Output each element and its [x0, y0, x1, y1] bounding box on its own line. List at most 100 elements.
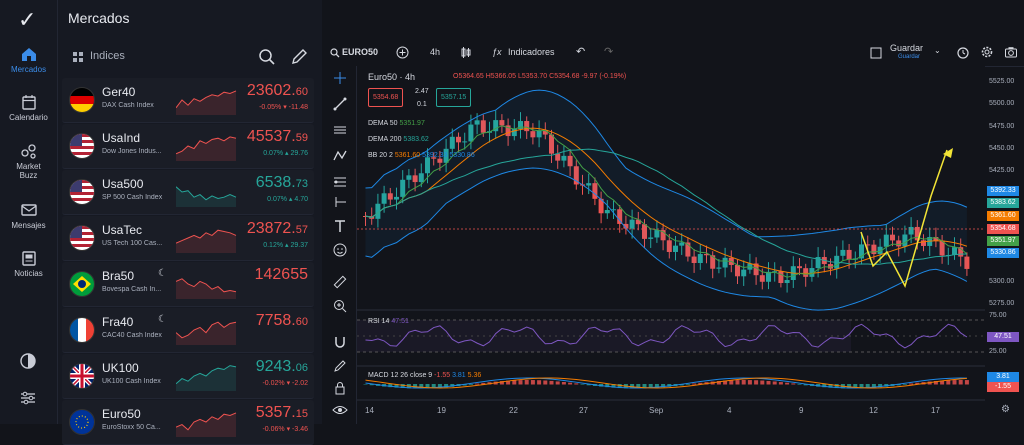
- chevron-down-icon[interactable]: ⌄: [934, 46, 941, 55]
- redo-icon[interactable]: ↷: [604, 45, 613, 58]
- macd-bar: [729, 380, 734, 385]
- macd-bar: [741, 380, 746, 385]
- fx-icon: ƒx: [492, 47, 502, 57]
- eye-icon[interactable]: [332, 402, 348, 418]
- candle-body: [604, 210, 610, 214]
- macd-tag: -1.55: [987, 382, 1019, 392]
- price-main: 9243.: [255, 358, 296, 375]
- timeframe-button[interactable]: 4h: [430, 47, 440, 57]
- price-decimals: 06: [295, 362, 308, 374]
- candle-type-icon[interactable]: [460, 46, 472, 59]
- nav-item-mensajes[interactable]: Mensajes: [0, 202, 57, 230]
- hline-icon[interactable]: [332, 122, 348, 138]
- search-icon[interactable]: [258, 48, 276, 66]
- chart-area[interactable]: Euro50 · 4h O5364.65 H5366.05 L5353.70 C…: [357, 66, 985, 424]
- price-change: 0.07% ▴ 4.70: [267, 196, 308, 203]
- instrument-name: UsaInd: [102, 131, 141, 145]
- bb-legend: BB 20 2 5361.60 5392.33 5330.86: [368, 152, 475, 159]
- indicators-button[interactable]: Indicadores: [508, 47, 555, 57]
- save-button[interactable]: Guardar: [890, 43, 923, 53]
- bid-box[interactable]: 5354.68: [368, 88, 404, 107]
- zoom-in-icon[interactable]: [332, 298, 348, 314]
- flag-uk-icon: [69, 363, 95, 389]
- instrument-desc: DAX Cash Index: [102, 102, 154, 109]
- nav-item-calendario[interactable]: Calendario: [0, 94, 57, 122]
- pencil-lock-icon[interactable]: [332, 358, 348, 374]
- market-row-fra40[interactable]: Fra40 ☾ CAC40 Cash Index 7758.60: [62, 308, 314, 353]
- macd-bar: [580, 384, 585, 385]
- market-row-uk100[interactable]: UK100 UK100 Cash Index 9243.06 -0.02% ▾ -2.…: [62, 354, 314, 399]
- measure-icon[interactable]: [332, 194, 348, 210]
- bb-value-3: 5330.86: [449, 152, 475, 159]
- macd-bar: [797, 384, 802, 385]
- theme-toggle-icon[interactable]: [19, 352, 37, 370]
- price-change: -0.02% ▾ -2.02: [262, 380, 308, 387]
- settings-sliders-icon[interactable]: [19, 389, 37, 407]
- crosshair-icon[interactable]: [332, 70, 348, 86]
- bb-value-1: 5361.60: [394, 152, 421, 159]
- nav-item-mercados[interactable]: Mercados: [0, 46, 57, 74]
- macd-bar: [778, 382, 783, 385]
- camera-icon[interactable]: [1004, 45, 1018, 59]
- trendline-icon[interactable]: [332, 96, 348, 112]
- price-decimals: 15: [295, 408, 308, 420]
- price-main: 142655: [254, 266, 308, 283]
- alert-clock-icon[interactable]: [956, 45, 970, 59]
- fib-icon[interactable]: [332, 174, 348, 190]
- time-tick: 27: [579, 406, 588, 415]
- edit-icon[interactable]: [290, 48, 308, 66]
- macd-bar: [946, 380, 951, 385]
- axis-settings-icon[interactable]: ⚙: [1001, 404, 1010, 415]
- market-row-usa500[interactable]: Usa500 SP 500 Cash Index 6538.73 0.07% ▴ 4.…: [62, 170, 314, 215]
- market-row-euro50[interactable]: Euro50 EuroStoxx 50 Ca... 5357.15 -0.06% ▾ …: [62, 400, 314, 445]
- time-tick: Sep: [649, 406, 664, 415]
- macd-bar: [363, 384, 368, 385]
- search-icon[interactable]: [330, 48, 340, 58]
- instrument-name: Ger40: [102, 85, 136, 99]
- add-symbol-icon[interactable]: [396, 46, 409, 59]
- emoji-icon[interactable]: [332, 242, 348, 258]
- time-tick: 17: [931, 406, 940, 415]
- magnet-icon[interactable]: [332, 334, 348, 350]
- price-change: 0.12% ▴ 29.37: [263, 242, 308, 249]
- price-main: 45537.: [246, 128, 296, 145]
- instrument-desc: US Tech 100 Cas...: [102, 240, 163, 247]
- ask-box[interactable]: 5357.15: [436, 88, 472, 107]
- layout-icon[interactable]: [870, 47, 882, 59]
- market-row-usaind[interactable]: UsaInd Dow Jones Indus... 45537.59 0.07% ▴ …: [62, 124, 314, 169]
- price-tick: 5500.00: [989, 100, 1015, 107]
- ruler-icon[interactable]: [332, 274, 348, 290]
- macd-bar: [964, 380, 969, 385]
- undo-icon[interactable]: ↶: [576, 45, 585, 58]
- instrument-desc: UK100 Cash Index: [102, 378, 161, 385]
- price-tag: 5361.60: [987, 211, 1019, 221]
- lock-icon[interactable]: [332, 380, 348, 396]
- time-tick: 4: [727, 406, 732, 415]
- bb-value-2: 5392.33: [422, 152, 448, 159]
- macd-bar: [902, 384, 907, 385]
- news-icon: [21, 251, 36, 266]
- price-decimals: 73: [295, 178, 308, 190]
- nav-item-noticias[interactable]: Noticias: [0, 250, 57, 278]
- pattern-icon[interactable]: [332, 148, 348, 164]
- market-row-ger40[interactable]: Ger40 DAX Cash Index 23602.60 -0.05% ▾ -11.…: [62, 78, 314, 123]
- price-chart[interactable]: [357, 66, 985, 424]
- market-row-usatec[interactable]: UsaTec US Tech 100 Cas... 23872.57 0.12% ▴ …: [62, 216, 314, 261]
- drawing-toolbar: [324, 66, 357, 424]
- text-icon[interactable]: [332, 218, 348, 234]
- section-title: Indices: [90, 50, 125, 62]
- gear-icon[interactable]: [980, 45, 994, 59]
- time-tick: 19: [437, 406, 446, 415]
- macd-tag: 3.81: [987, 372, 1019, 382]
- market-row-bra50[interactable]: Bra50 ☾ Bovespa Cash In... 142655: [62, 262, 314, 307]
- price-axis[interactable]: 5525.005500.005475.005450.005425.005375.…: [985, 66, 1024, 424]
- price: 45537.59: [247, 128, 308, 146]
- macd-bar: [561, 382, 566, 385]
- nav-item-market-buzz[interactable]: Market Buzz: [0, 143, 57, 180]
- price-decimals: 60: [295, 316, 308, 328]
- symbol-button[interactable]: EURO50: [342, 47, 378, 57]
- instrument-desc: CAC40 Cash Index: [102, 332, 162, 339]
- macd-bar: [747, 380, 752, 385]
- price: 6538.73: [256, 174, 308, 192]
- time-tick: 14: [365, 406, 374, 415]
